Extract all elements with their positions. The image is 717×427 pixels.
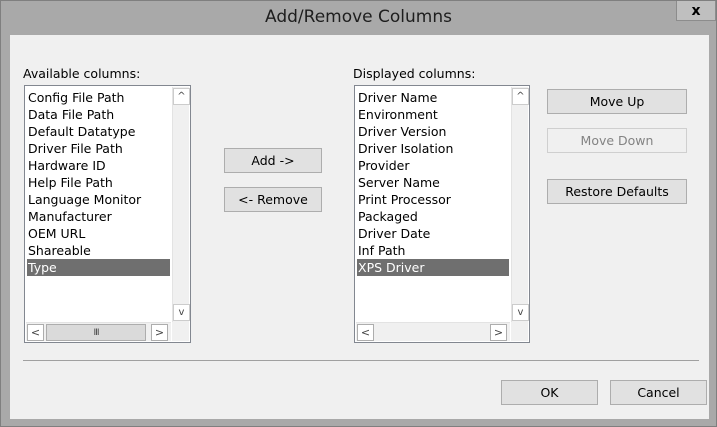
scroll-right-icon[interactable]: >	[151, 324, 168, 341]
displayed-vertical-scrollbar[interactable]: ^ v	[511, 87, 529, 322]
list-item[interactable]: Inf Path	[357, 242, 509, 259]
displayed-columns-items: Driver Name Environment Driver Version Driv…	[357, 89, 509, 276]
close-button[interactable]: x	[676, 1, 716, 21]
list-item[interactable]: Config File Path	[27, 89, 170, 106]
close-icon: x	[691, 2, 701, 19]
scroll-right-icon[interactable]: >	[490, 324, 507, 341]
list-item[interactable]: OEM URL	[27, 225, 170, 242]
list-item[interactable]: Type	[27, 259, 170, 276]
dialog-title: Add/Remove Columns	[265, 7, 452, 27]
displayed-columns-listbox[interactable]: Driver Name Environment Driver Version Driv…	[354, 85, 530, 343]
title-bar[interactable]: Add/Remove Columns x	[1, 1, 716, 35]
thumb-grip-icon: III	[93, 327, 100, 338]
scroll-up-icon[interactable]: ^	[173, 88, 190, 105]
list-item[interactable]: Hardware ID	[27, 157, 170, 174]
scroll-down-icon[interactable]: v	[512, 304, 529, 321]
list-item[interactable]: Shareable	[27, 242, 170, 259]
list-item[interactable]: Driver Date	[357, 225, 509, 242]
add-remove-columns-dialog: Add/Remove Columns x Available columns: …	[0, 0, 717, 427]
list-item[interactable]: Default Datatype	[27, 123, 170, 140]
list-item[interactable]: Environment	[357, 106, 509, 123]
available-columns-label: Available columns:	[23, 66, 141, 81]
scrollbar-corner	[172, 322, 189, 341]
available-horizontal-scrollbar[interactable]: < III >	[26, 322, 171, 341]
ok-button[interactable]: OK	[501, 380, 598, 405]
available-columns-listbox[interactable]: Config File Path Data File Path Default Da…	[24, 85, 191, 343]
list-item[interactable]: Driver Version	[357, 123, 509, 140]
move-down-button[interactable]: Move Down	[547, 128, 687, 153]
separator	[23, 360, 699, 361]
scroll-down-icon[interactable]: v	[173, 304, 190, 321]
list-item[interactable]: Print Processor	[357, 191, 509, 208]
dialog-client-area: Available columns: Config File Path Data …	[10, 35, 709, 419]
displayed-horizontal-scrollbar[interactable]: < >	[356, 322, 510, 341]
list-item[interactable]: Manufacturer	[27, 208, 170, 225]
displayed-columns-label: Displayed columns:	[353, 66, 476, 81]
available-columns-items: Config File Path Data File Path Default Da…	[27, 89, 170, 276]
scroll-thumb[interactable]: III	[46, 324, 146, 341]
list-item[interactable]: Packaged	[357, 208, 509, 225]
list-item[interactable]: Driver Isolation	[357, 140, 509, 157]
scroll-up-icon[interactable]: ^	[512, 88, 529, 105]
list-item[interactable]: XPS Driver	[357, 259, 509, 276]
list-item[interactable]: Provider	[357, 157, 509, 174]
scrollbar-corner	[511, 322, 528, 341]
move-up-button[interactable]: Move Up	[547, 89, 687, 114]
available-vertical-scrollbar[interactable]: ^ v	[172, 87, 190, 322]
remove-button[interactable]: <- Remove	[224, 187, 322, 212]
list-item[interactable]: Driver Name	[357, 89, 509, 106]
cancel-button[interactable]: Cancel	[610, 380, 707, 405]
list-item[interactable]: Driver File Path	[27, 140, 170, 157]
scroll-left-icon[interactable]: <	[27, 324, 44, 341]
add-button[interactable]: Add ->	[224, 148, 322, 173]
list-item[interactable]: Language Monitor	[27, 191, 170, 208]
scroll-left-icon[interactable]: <	[357, 324, 374, 341]
restore-defaults-button[interactable]: Restore Defaults	[547, 179, 687, 204]
list-item[interactable]: Server Name	[357, 174, 509, 191]
list-item[interactable]: Help File Path	[27, 174, 170, 191]
list-item[interactable]: Data File Path	[27, 106, 170, 123]
